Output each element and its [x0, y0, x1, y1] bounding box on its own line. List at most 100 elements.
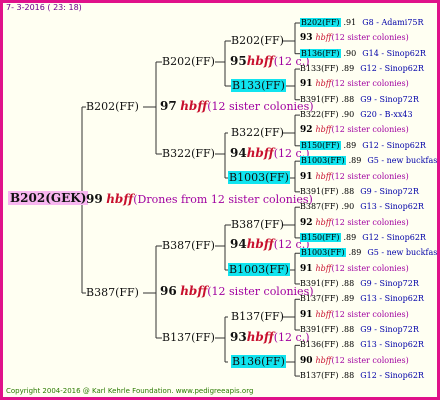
leaf-queen-name[interactable]: B391(FF) — [300, 187, 339, 196]
leaf-code: G20 - B-xx43 — [360, 110, 413, 120]
l2-drone-0: 95hbff(12 c.) — [230, 54, 309, 69]
l1-node-0[interactable]: B202(FF) — [86, 100, 139, 113]
leaf-code: G9 - Sinop72R — [360, 186, 419, 196]
l1-drone-number-0: 97 — [160, 99, 177, 113]
leaf-drone-note: (12 sister colonies) — [331, 263, 409, 273]
leaf-hbff: hbff — [315, 217, 332, 227]
leaf-drone-row: 92 hbff(12 sister colonies) — [300, 124, 409, 136]
leaf-drone-number: 91 — [300, 263, 313, 274]
root-hbff: hbff — [106, 192, 134, 206]
l1-drone-1: 96 hbff(12 sister colonies) — [160, 284, 314, 299]
leaf-code: G8 - Adami75R — [362, 18, 424, 27]
l2-drone-number-1: 94 — [230, 146, 247, 160]
leaf-queen-name[interactable]: B136(FF) — [300, 340, 339, 349]
leaf-queen-name[interactable]: B387(FF) — [300, 202, 339, 211]
leaf-score: .89 — [348, 248, 362, 258]
l1-hbff-0: hbff — [180, 99, 208, 113]
l3-node-7[interactable]: B136(FF) — [231, 355, 286, 368]
leaf-queen-row: B391(FF) .88 G9 - Sinop72R — [300, 94, 419, 105]
leaf-code: G13 - Sinop62R — [360, 202, 424, 212]
leaf-drone-number: 91 — [300, 79, 313, 90]
l3-label-0: B202(FF) — [231, 34, 284, 47]
l2-hbff-3: hbff — [246, 330, 274, 344]
l3-node-0[interactable]: B202(FF) — [231, 34, 284, 47]
l2-hbff-1: hbff — [246, 146, 274, 160]
leaf-drone-row: 91 hbff(12 sister colonies) — [300, 78, 409, 90]
leaf-score: .88 — [341, 94, 355, 104]
root-drone-note: (Drones from 12 sister colonies) — [133, 193, 313, 206]
l2-node-3[interactable]: B137(FF) — [162, 331, 215, 344]
root-node[interactable]: B202(GEK) — [8, 191, 89, 205]
leaf-hbff: hbff — [315, 33, 332, 43]
leaf-queen-name[interactable]: B391(FF) — [300, 325, 339, 334]
leaf-drone-row: 93 hbff(12 sister colonies) — [300, 32, 409, 44]
l1-hbff-1: hbff — [180, 284, 208, 298]
leaf-code: G12 - Sinop62R — [360, 64, 424, 74]
leaf-code: G12 - Sinop62R — [360, 371, 424, 381]
leaf-drone-note: (12 sister colonies) — [331, 125, 409, 135]
l2-node-2[interactable]: B387(FF) — [162, 239, 215, 252]
leaf-queen-name[interactable]: B133(FF) — [300, 64, 339, 73]
l1-drone-note-1: (12 sister colonies) — [207, 285, 314, 298]
l3-label-5: B1003(FF) — [228, 263, 290, 276]
leaf-queen-row: B391(FF) .88 G9 - Sinop72R — [300, 186, 419, 197]
l3-label-4: B387(FF) — [231, 218, 284, 231]
leaf-code: G9 - Sinop72R — [360, 94, 419, 104]
leaf-code: G5 - new buckfas — [367, 248, 438, 258]
l1-drone-0: 97 hbff(12 sister colonies) — [160, 99, 314, 114]
leaf-queen-name[interactable]: B137(FF) — [300, 294, 339, 303]
copyright-footer: Copyright 2004-2016 @ Karl Kehrle Founda… — [6, 387, 254, 395]
leaf-drone-number: 91 — [300, 309, 313, 320]
leaf-queen-name[interactable]: B150(FF) — [300, 140, 341, 150]
leaf-code: G13 - Sinop62R — [360, 294, 424, 304]
leaf-score: .89 — [341, 64, 355, 74]
l3-node-3[interactable]: B1003(FF) — [228, 171, 290, 184]
leaf-score: .91 — [343, 18, 357, 27]
leaf-drone-row: 91 hbff(12 sister colonies) — [300, 263, 409, 275]
leaf-drone-note: (12 sister colonies) — [331, 33, 409, 43]
root-drone-number: 99 — [86, 192, 103, 206]
l3-node-6[interactable]: B137(FF) — [231, 310, 284, 323]
l2-node-1[interactable]: B322(FF) — [162, 147, 215, 160]
leaf-score: .88 — [341, 186, 355, 196]
leaf-queen-name[interactable]: B391(FF) — [300, 95, 339, 104]
leaf-score: .90 — [343, 48, 357, 58]
l3-label-1: B133(FF) — [231, 79, 286, 92]
leaf-score: .90 — [341, 202, 355, 212]
leaf-hbff: hbff — [315, 309, 332, 319]
l3-label-3: B1003(FF) — [228, 171, 290, 184]
l2-node-0[interactable]: B202(FF) — [162, 55, 215, 68]
leaf-queen-name[interactable]: B137(FF) — [300, 371, 339, 380]
leaf-queen-row: B202(FF) .91 G8 - Adami75R — [300, 17, 424, 28]
l3-node-4[interactable]: B387(FF) — [231, 218, 284, 231]
leaf-code: G14 - Sinop62R — [362, 48, 426, 58]
l3-node-1[interactable]: B133(FF) — [231, 79, 286, 92]
leaf-queen-name[interactable]: B136(FF) — [300, 48, 341, 58]
leaf-queen-name[interactable]: B202(FF) — [300, 18, 341, 27]
leaf-queen-row: B133(FF) .89 G12 - Sinop62R — [300, 63, 424, 74]
leaf-queen-row: B387(FF) .90 G13 - Sinop62R — [300, 201, 424, 212]
leaf-queen-name[interactable]: B150(FF) — [300, 232, 341, 242]
l3-node-5[interactable]: B1003(FF) — [228, 263, 290, 276]
leaf-code: G13 - Sinop62R — [360, 340, 424, 350]
leaf-drone-number: 93 — [300, 33, 313, 44]
leaf-score: .88 — [341, 371, 355, 381]
leaf-queen-name[interactable]: B1003(FF) — [300, 156, 346, 166]
root-drone-info: 99 hbff(Drones from 12 sister colonies) — [86, 192, 313, 207]
l3-label-6: B137(FF) — [231, 310, 284, 323]
leaf-drone-note: (12 sister colonies) — [331, 171, 409, 181]
l3-label-2: B322(FF) — [231, 126, 284, 139]
l3-node-2[interactable]: B322(FF) — [231, 126, 284, 139]
leaf-queen-name[interactable]: B391(FF) — [300, 279, 339, 288]
l2-drone-number-0: 95 — [230, 54, 247, 68]
leaf-queen-name[interactable]: B322(FF) — [300, 110, 339, 119]
leaf-drone-row: 92 hbff(12 sister colonies) — [300, 217, 409, 229]
leaf-queen-name[interactable]: B1003(FF) — [300, 248, 346, 258]
l2-drone-3: 93hbff(12 c.) — [230, 330, 309, 345]
leaf-score: .88 — [341, 278, 355, 288]
leaf-queen-row: B136(FF) .90 G14 - Sinop62R — [300, 48, 426, 59]
l1-node-1[interactable]: B387(FF) — [86, 286, 139, 299]
l2-hbff-2: hbff — [246, 237, 274, 251]
leaf-queen-row: B150(FF) .89 G12 - Sinop62R — [300, 140, 426, 151]
leaf-code: G12 - Sinop62R — [362, 140, 426, 150]
